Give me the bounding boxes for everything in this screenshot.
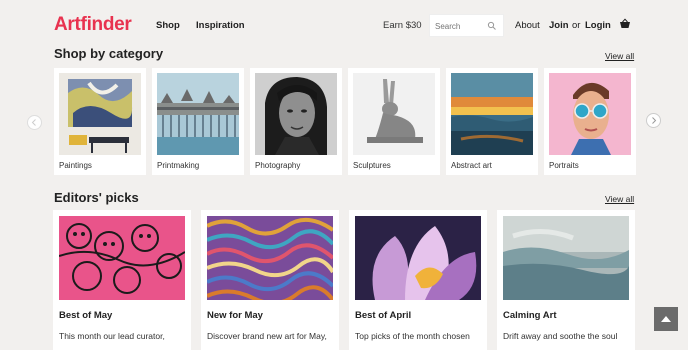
category-label: Printmaking	[157, 161, 200, 170]
or-text: or	[572, 20, 581, 31]
abstract-art-image	[451, 73, 533, 155]
picks-section-title: Editors' picks	[54, 190, 139, 205]
category-card-abstract-art[interactable]: Abstract art	[446, 68, 538, 175]
artfinder-logo[interactable]: Artfinder	[54, 14, 132, 36]
category-label: Paintings	[59, 161, 92, 170]
earn-link[interactable]: Earn $30	[383, 20, 422, 31]
sculptures-image	[353, 73, 435, 155]
category-label: Sculptures	[353, 161, 391, 170]
about-link[interactable]: About	[515, 20, 540, 31]
arrow-up-icon	[661, 316, 671, 322]
photography-image	[255, 73, 337, 155]
paintings-image	[59, 73, 141, 155]
carousel-next-button[interactable]	[646, 113, 661, 128]
nav-shop[interactable]: Shop	[156, 20, 180, 31]
pick-title: New for May	[207, 310, 263, 321]
chevron-left-icon	[31, 119, 36, 126]
basket-icon[interactable]	[619, 18, 631, 30]
pick-description: Drift away and soothe the soul	[503, 331, 618, 341]
category-card-printmaking[interactable]: Printmaking	[152, 68, 244, 175]
site-header: Artfinder Shop Inspiration Earn $30 Abou…	[0, 0, 688, 50]
portraits-image	[549, 73, 631, 155]
pick-description: Top picks of the month chosen	[355, 331, 470, 341]
chevron-right-icon	[652, 117, 657, 124]
category-card-portraits[interactable]: Portraits	[544, 68, 636, 175]
join-link[interactable]: Join	[549, 20, 569, 31]
pick-description: Discover brand new art for May,	[207, 331, 327, 341]
picks-view-all-link[interactable]: View all	[605, 194, 634, 204]
category-section-title: Shop by category	[54, 46, 164, 61]
pick-description: This month our lead curator,	[59, 331, 165, 341]
scroll-to-top-button[interactable]	[654, 307, 678, 331]
printmaking-image	[157, 73, 239, 155]
category-view-all-link[interactable]: View all	[605, 51, 634, 61]
search-icon[interactable]	[487, 21, 497, 31]
pick-title: Best of May	[59, 310, 113, 321]
search-input[interactable]	[435, 20, 487, 32]
best-of-may-image	[59, 216, 185, 300]
login-link[interactable]: Login	[585, 20, 611, 31]
calming-art-image	[503, 216, 629, 300]
category-card-paintings[interactable]: Paintings	[54, 68, 146, 175]
pick-card-best-of-may[interactable]: Best of May This month our lead curator,	[53, 210, 191, 350]
pick-card-new-for-may[interactable]: New for May Discover brand new art for M…	[201, 210, 339, 350]
category-label: Portraits	[549, 161, 579, 170]
category-card-photography[interactable]: Photography	[250, 68, 342, 175]
search-box[interactable]	[429, 14, 504, 37]
pick-card-best-of-april[interactable]: Best of April Top picks of the month cho…	[349, 210, 487, 350]
category-label: Photography	[255, 161, 301, 170]
pick-title: Calming Art	[503, 310, 557, 321]
category-label: Abstract art	[451, 161, 492, 170]
pick-title: Best of April	[355, 310, 412, 321]
nav-inspiration[interactable]: Inspiration	[196, 20, 245, 31]
pick-card-calming-art[interactable]: Calming Art Drift away and soothe the so…	[497, 210, 635, 350]
category-card-sculptures[interactable]: Sculptures	[348, 68, 440, 175]
carousel-prev-button[interactable]	[27, 115, 42, 130]
new-for-may-image	[207, 216, 333, 300]
best-of-april-image	[355, 216, 481, 300]
